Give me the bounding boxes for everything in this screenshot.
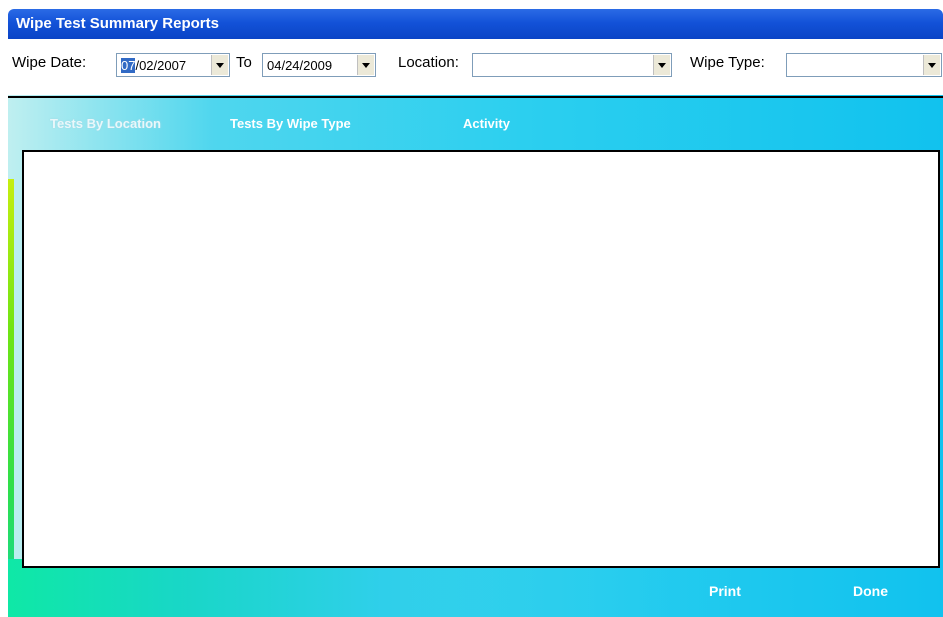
to-date-picker[interactable]: 04/24/2009 <box>262 53 376 77</box>
from-date-dropdown-icon[interactable] <box>211 55 228 75</box>
location-label: Location: <box>398 54 459 71</box>
wipe-type-dropdown-icon[interactable] <box>923 55 940 75</box>
report-window-body: Wipe Date: 07/02/2007 To 04/24/2009 Loca… <box>8 39 943 617</box>
wipe-type-label: Wipe Type: <box>690 54 765 71</box>
report-display-area[interactable] <box>22 150 940 568</box>
wipe-type-select[interactable] <box>786 53 942 77</box>
location-select[interactable] <box>472 53 672 77</box>
tab-tests-by-wipe-type[interactable]: Tests By Wipe Type <box>230 116 351 131</box>
filter-bar: Wipe Date: 07/02/2007 To 04/24/2009 Loca… <box>8 39 943 95</box>
from-date-selected-part: 07 <box>121 58 136 73</box>
from-date-value[interactable]: 07/02/2007 <box>121 58 186 73</box>
tab-activity[interactable]: Activity <box>463 116 510 131</box>
done-button[interactable]: Done <box>853 583 888 599</box>
from-date-rest: /02/2007 <box>135 58 187 73</box>
tab-tests-by-location[interactable]: Tests By Location <box>50 116 161 131</box>
from-date-picker[interactable]: 07/02/2007 <box>116 53 230 77</box>
wipe-date-label: Wipe Date: <box>12 54 87 71</box>
to-date-value[interactable]: 04/24/2009 <box>267 58 332 73</box>
window-title-bar[interactable]: Wipe Test Summary Reports <box>8 9 943 39</box>
window-title: Wipe Test Summary Reports <box>16 15 219 32</box>
print-button[interactable]: Print <box>709 583 741 599</box>
to-date-dropdown-icon[interactable] <box>357 55 374 75</box>
left-accent-strip <box>8 179 14 617</box>
location-dropdown-icon[interactable] <box>653 55 670 75</box>
filter-divider <box>8 96 943 98</box>
to-label: To <box>236 54 252 71</box>
